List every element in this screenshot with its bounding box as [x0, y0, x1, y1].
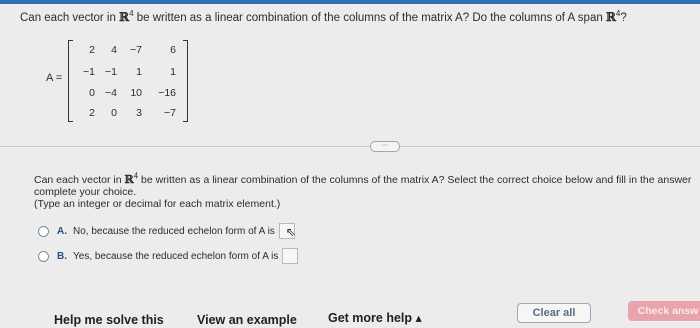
matrix-cell: −1: [83, 66, 95, 78]
answer-matrix-input[interactable]: [282, 248, 299, 264]
matrix-cell: 10: [130, 87, 142, 99]
choice-text: No, because the reduced echelon form of …: [73, 225, 275, 237]
expand-more-button[interactable]: ⋯: [370, 141, 400, 152]
top-accent-bar: [0, 0, 700, 4]
question-middle: be written as a linear combination of th…: [133, 12, 606, 24]
choice-b[interactable]: B. Yes, because the reduced echelon form…: [38, 248, 299, 264]
matrix-cell: 4: [111, 44, 117, 56]
part2-line3: (Type an integer or decimal for each mat…: [34, 198, 281, 210]
question-text: Can each vector in ℝ4 be written as a li…: [20, 10, 627, 24]
r-symbol: ℝ: [119, 10, 130, 24]
get-more-help-link[interactable]: Get more help ▴: [328, 310, 422, 325]
mouse-cursor-icon: ⇖: [285, 225, 296, 239]
matrix-cell: 1: [170, 66, 176, 78]
r-symbol: ℝ: [124, 173, 134, 186]
view-example-link[interactable]: View an example: [197, 313, 297, 327]
matrix-cell: 1: [136, 66, 142, 78]
clear-all-button[interactable]: Clear all: [517, 303, 591, 323]
part2-prefix: Can each vector in: [34, 174, 125, 186]
r-symbol: ℝ: [605, 10, 616, 24]
choice-text: Yes, because the reduced echelon form of…: [73, 250, 279, 262]
matrix-label: A =: [46, 72, 63, 84]
matrix-cell: −4: [105, 87, 117, 99]
question-prefix: Can each vector in: [20, 12, 120, 24]
radio-button-b[interactable]: [38, 250, 49, 262]
choice-letter: A.: [57, 225, 67, 237]
part2-line2: complete your choice.: [34, 186, 137, 198]
section-divider: [0, 146, 700, 147]
matrix-cell: 0: [89, 87, 95, 99]
matrix-cell: 0: [111, 107, 117, 119]
check-answer-button[interactable]: Check answ: [628, 301, 700, 321]
matrix-cell: −16: [158, 87, 176, 99]
part2-suffix: be written as a linear combination of th…: [138, 174, 692, 186]
matrix-cell: 2: [89, 107, 95, 119]
part2-instructions: Can each vector in ℝ4 be written as a li…: [34, 172, 692, 210]
choice-letter: B.: [57, 250, 67, 262]
answer-matrix-input[interactable]: ⇖: [278, 223, 296, 239]
matrix-cell: 2: [89, 44, 95, 56]
matrix-cell: −7: [164, 107, 176, 119]
matrix-right-bracket: [183, 40, 188, 122]
question-suffix: ?: [620, 12, 627, 24]
help-me-solve-link[interactable]: Help me solve this: [54, 313, 164, 327]
matrix-cell: 3: [136, 107, 142, 119]
matrix-cell: 6: [170, 44, 176, 56]
radio-button-a[interactable]: [38, 225, 49, 237]
matrix-cell: −7: [130, 44, 142, 56]
matrix-cell: −1: [105, 66, 117, 78]
matrix-a: 2 4 −7 6 −1 −1 1 1 0 −4 10 −16 2 0 3 −7: [68, 40, 188, 122]
choice-a[interactable]: A. No, because the reduced echelon form …: [38, 223, 296, 239]
part2-line1: Can each vector in ℝ4 be written as a li…: [34, 172, 692, 186]
